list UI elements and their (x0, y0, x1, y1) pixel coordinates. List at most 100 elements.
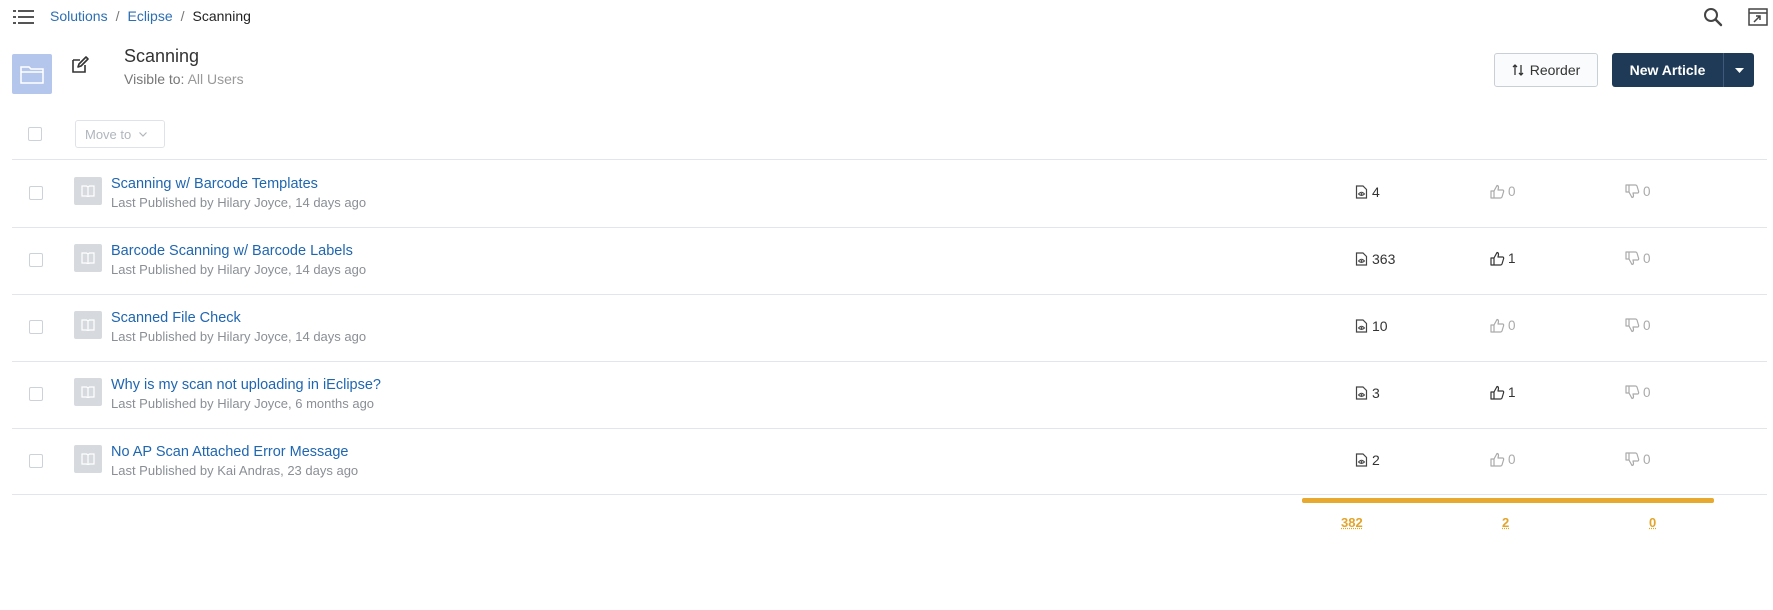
chevron-down-icon (139, 131, 148, 137)
book-icon (74, 311, 102, 339)
article-title[interactable]: Scanning w/ Barcode Templates (111, 176, 318, 192)
thumbs-up-icon (1490, 385, 1505, 400)
views-icon (1355, 185, 1368, 199)
folder-icon (12, 54, 52, 94)
new-article-dropdown-button[interactable] (1724, 53, 1754, 87)
article-meta: Last Published by Kai Andras, 23 days ag… (111, 463, 359, 478)
divider (12, 159, 1767, 160)
menu-icon[interactable] (13, 9, 34, 25)
article-checkbox[interactable] (29, 320, 43, 334)
breadcrumb-current: Scanning (192, 8, 251, 24)
book-icon (74, 177, 102, 205)
views-count: 3 (1372, 385, 1380, 401)
breadcrumb-solutions[interactable]: Solutions (50, 8, 108, 24)
book-icon (74, 378, 102, 406)
dislikes-count: 0 (1643, 184, 1651, 199)
article-views: 363 (1355, 251, 1395, 267)
visibility-value: All Users (187, 71, 244, 87)
select-all-checkbox[interactable] (28, 127, 42, 141)
totals-bar (1302, 498, 1714, 503)
article-row: Why is my scan not uploading in iEclipse… (12, 362, 1767, 429)
move-to-label: Move to (85, 126, 132, 142)
total-views[interactable]: 382 (1341, 515, 1363, 530)
thumbs-down-icon (1625, 251, 1640, 266)
thumbs-up-icon (1490, 318, 1505, 333)
views-icon (1355, 252, 1368, 266)
article-views: 4 (1355, 184, 1380, 200)
thumbs-up-icon (1490, 452, 1505, 467)
visibility-info: Visible to: All Users (124, 71, 244, 87)
views-icon (1355, 453, 1368, 467)
thumbs-down-icon (1625, 385, 1640, 400)
likes-count: 0 (1508, 452, 1516, 467)
article-row: Scanned File Check Last Published by Hil… (12, 295, 1767, 362)
search-icon[interactable] (1703, 7, 1723, 27)
likes-count: 0 (1508, 318, 1516, 333)
article-views: 2 (1355, 452, 1380, 468)
divider (12, 494, 1767, 495)
article-likes: 0 (1490, 184, 1516, 199)
article-checkbox[interactable] (29, 253, 43, 267)
article-likes: 0 (1490, 452, 1516, 467)
views-icon (1355, 386, 1368, 400)
total-likes[interactable]: 2 (1502, 515, 1509, 530)
dislikes-count: 0 (1643, 251, 1651, 266)
article-views: 3 (1355, 385, 1380, 401)
article-meta: Last Published by Hilary Joyce, 14 days … (111, 195, 367, 210)
book-icon (74, 445, 102, 473)
likes-count: 1 (1508, 385, 1516, 400)
likes-count: 0 (1508, 184, 1516, 199)
breadcrumb-separator: / (180, 8, 185, 24)
article-title[interactable]: No AP Scan Attached Error Message (111, 444, 349, 460)
sort-icon (1512, 64, 1524, 76)
article-row: No AP Scan Attached Error Message Last P… (12, 429, 1767, 496)
thumbs-up-icon (1490, 251, 1505, 266)
article-title[interactable]: Barcode Scanning w/ Barcode Labels (111, 243, 353, 259)
article-likes: 1 (1490, 385, 1516, 400)
total-dislikes[interactable]: 0 (1649, 515, 1656, 530)
new-article-button[interactable]: New Article (1612, 53, 1724, 87)
article-dislikes: 0 (1625, 318, 1651, 333)
page-title: Scanning (124, 46, 200, 66)
views-icon (1355, 319, 1368, 333)
article-meta: Last Published by Hilary Joyce, 14 days … (111, 329, 367, 344)
article-title[interactable]: Scanned File Check (111, 310, 241, 326)
breadcrumb-separator: / (115, 8, 120, 24)
article-views: 10 (1355, 318, 1388, 334)
views-count: 4 (1372, 184, 1380, 200)
article-title[interactable]: Why is my scan not uploading in iEclipse… (111, 377, 381, 393)
views-count: 2 (1372, 452, 1380, 468)
dislikes-count: 0 (1643, 452, 1651, 467)
article-meta: Last Published by Hilary Joyce, 6 months… (111, 396, 375, 411)
views-count: 10 (1372, 318, 1388, 334)
thumbs-down-icon (1625, 452, 1640, 467)
reorder-label: Reorder (1529, 62, 1581, 78)
thumbs-down-icon (1625, 184, 1640, 199)
views-count: 363 (1372, 251, 1396, 267)
article-dislikes: 0 (1625, 385, 1651, 400)
dislikes-count: 0 (1643, 385, 1651, 400)
caret-down-icon (1734, 67, 1744, 73)
breadcrumb-eclipse[interactable]: Eclipse (127, 8, 172, 24)
thumbs-down-icon (1625, 318, 1640, 333)
edit-icon[interactable] (70, 55, 90, 75)
top-bar: Solutions / Eclipse / Scanning (0, 0, 1773, 34)
article-checkbox[interactable] (29, 387, 43, 401)
article-dislikes: 0 (1625, 184, 1651, 199)
article-row: Scanning w/ Barcode Templates Last Publi… (12, 161, 1767, 228)
article-dislikes: 0 (1625, 452, 1651, 467)
article-dislikes: 0 (1625, 251, 1651, 266)
article-likes: 0 (1490, 318, 1516, 333)
article-likes: 1 (1490, 251, 1516, 266)
book-icon (74, 244, 102, 272)
likes-count: 1 (1508, 251, 1516, 266)
breadcrumb: Solutions / Eclipse / Scanning (50, 8, 251, 24)
thumbs-up-icon (1490, 184, 1505, 199)
article-row: Barcode Scanning w/ Barcode Labels Last … (12, 228, 1767, 295)
expand-icon[interactable] (1748, 8, 1768, 26)
article-checkbox[interactable] (29, 186, 43, 200)
dislikes-count: 0 (1643, 318, 1651, 333)
article-checkbox[interactable] (29, 454, 43, 468)
move-to-dropdown[interactable]: Move to (75, 120, 165, 148)
reorder-button[interactable]: Reorder (1494, 53, 1598, 87)
